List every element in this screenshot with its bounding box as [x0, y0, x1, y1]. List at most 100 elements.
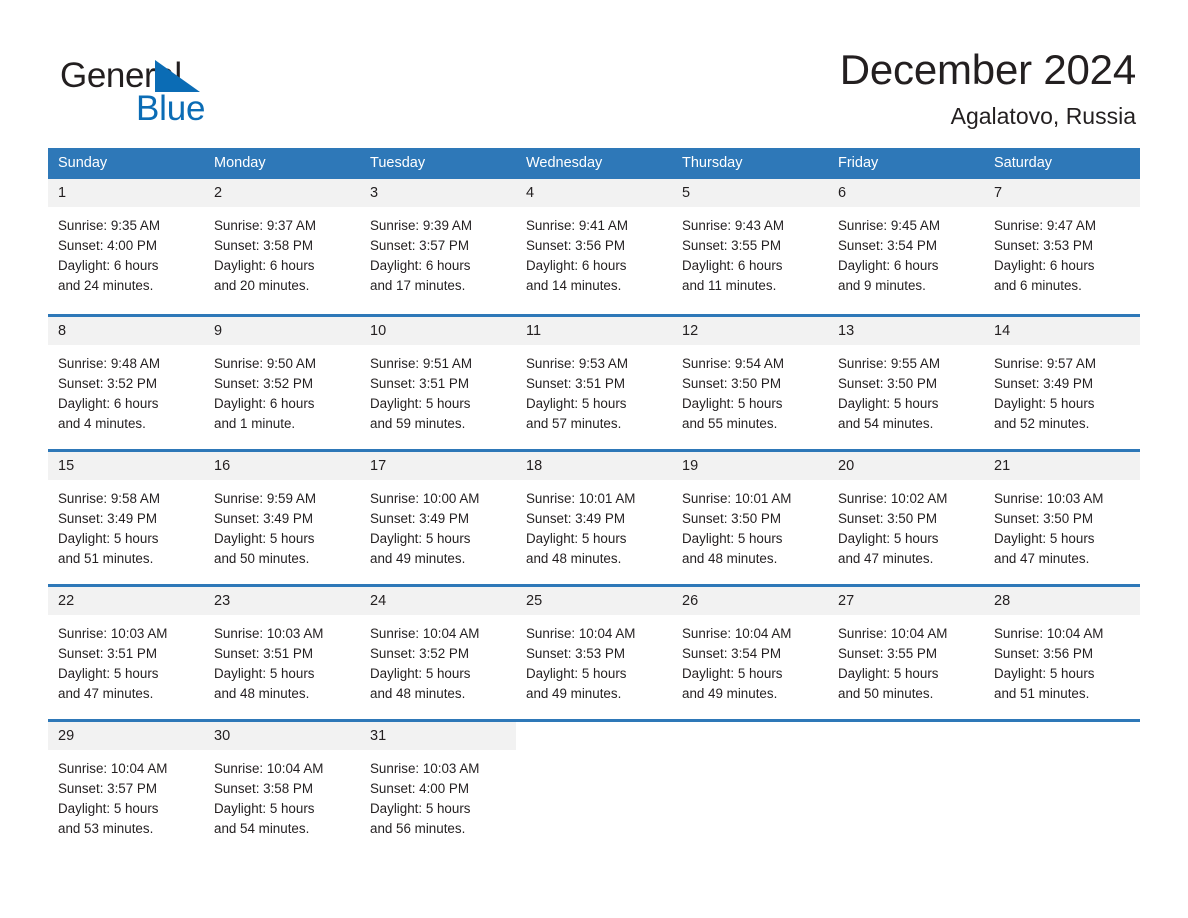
- sunrise-text: Sunrise: 10:00 AM: [370, 491, 480, 506]
- weekday-header-row: Sunday Monday Tuesday Wednesday Thursday…: [48, 148, 1140, 179]
- sunrise-text: Sunrise: 9:51 AM: [370, 356, 472, 371]
- calendar-day-cell[interactable]: 11 Sunrise: 9:53 AM Sunset: 3:51 PM Dayligh…: [516, 317, 672, 449]
- daylight-text-line2: and 24 minutes.: [58, 278, 154, 293]
- daylight-text-line1: Daylight: 5 hours: [370, 801, 471, 816]
- daylight-text-line1: Daylight: 5 hours: [682, 666, 783, 681]
- day-number: 14: [994, 323, 1011, 339]
- calendar-day-cell[interactable]: 25 Sunrise: 10:04 AM Sunset: 3:53 PM Daylig…: [516, 587, 672, 719]
- sunrise-text: Sunrise: 9:35 AM: [58, 218, 160, 233]
- calendar-day-cell[interactable]: 16 Sunrise: 9:59 AM Sunset: 3:49 PM Dayligh…: [204, 452, 360, 584]
- calendar-day-cell[interactable]: 29 Sunrise: 10:04 AM Sunset: 3:57 PM Daylig…: [48, 722, 204, 854]
- day-number-band: 7: [984, 179, 1140, 207]
- sunrise-text: Sunrise: 10:02 AM: [838, 491, 948, 506]
- day-sun-info: Sunrise: 10:03 AM Sunset: 3:51 PM Daylight…: [48, 615, 204, 704]
- daylight-text-line2: and 48 minutes.: [682, 551, 778, 566]
- calendar-day-cell[interactable]: 27 Sunrise: 10:04 AM Sunset: 3:55 PM Daylig…: [828, 587, 984, 719]
- day-number: 12: [682, 323, 699, 339]
- daylight-text-line1: Daylight: 6 hours: [214, 258, 315, 273]
- day-number: 30: [214, 728, 231, 744]
- general-blue-logo[interactable]: General Blue: [56, 44, 326, 126]
- calendar-day-cell[interactable]: 5 Sunrise: 9:43 AM Sunset: 3:55 PM Daylight…: [672, 179, 828, 314]
- day-sun-info: Sunrise: 10:04 AM Sunset: 3:56 PM Daylight…: [984, 615, 1140, 704]
- sunrise-text: Sunrise: 10:03 AM: [370, 761, 480, 776]
- day-number: 11: [526, 323, 542, 339]
- day-sun-info: Sunrise: 9:59 AM Sunset: 3:49 PM Daylight:…: [204, 480, 360, 569]
- daylight-text-line2: and 48 minutes.: [526, 551, 622, 566]
- calendar-empty-cell: [984, 722, 1140, 854]
- day-number: 24: [370, 593, 387, 609]
- day-sun-info: Sunrise: 10:03 AM Sunset: 4:00 PM Daylight…: [360, 750, 516, 839]
- daylight-text-line2: and 48 minutes.: [214, 686, 310, 701]
- calendar-day-cell[interactable]: 2 Sunrise: 9:37 AM Sunset: 3:58 PM Daylight…: [204, 179, 360, 314]
- day-sun-info: Sunrise: 9:39 AM Sunset: 3:57 PM Daylight:…: [360, 207, 516, 296]
- calendar-day-cell[interactable]: 21 Sunrise: 10:03 AM Sunset: 3:50 PM Daylig…: [984, 452, 1140, 584]
- calendar-day-cell[interactable]: 30 Sunrise: 10:04 AM Sunset: 3:58 PM Daylig…: [204, 722, 360, 854]
- day-number: 13: [838, 323, 855, 339]
- day-number-band: [984, 722, 1140, 750]
- calendar-day-cell[interactable]: 23 Sunrise: 10:03 AM Sunset: 3:51 PM Daylig…: [204, 587, 360, 719]
- daylight-text-line2: and 20 minutes.: [214, 278, 310, 293]
- calendar-day-cell[interactable]: 6 Sunrise: 9:45 AM Sunset: 3:54 PM Daylight…: [828, 179, 984, 314]
- day-sun-info: Sunrise: 9:47 AM Sunset: 3:53 PM Daylight:…: [984, 207, 1140, 296]
- calendar-day-cell[interactable]: 17 Sunrise: 10:00 AM Sunset: 3:49 PM Daylig…: [360, 452, 516, 584]
- day-sun-info: Sunrise: 10:02 AM Sunset: 3:50 PM Daylight…: [828, 480, 984, 569]
- calendar-day-cell[interactable]: 14 Sunrise: 9:57 AM Sunset: 3:49 PM Dayligh…: [984, 317, 1140, 449]
- day-sun-info: Sunrise: 9:51 AM Sunset: 3:51 PM Daylight:…: [360, 345, 516, 434]
- weekday-header-tuesday: Tuesday: [370, 155, 426, 171]
- day-number: 19: [682, 458, 699, 474]
- calendar-day-cell[interactable]: 4 Sunrise: 9:41 AM Sunset: 3:56 PM Daylight…: [516, 179, 672, 314]
- calendar-day-cell[interactable]: 20 Sunrise: 10:02 AM Sunset: 3:50 PM Daylig…: [828, 452, 984, 584]
- calendar-day-cell[interactable]: 1 Sunrise: 9:35 AM Sunset: 4:00 PM Daylight…: [48, 179, 204, 314]
- calendar-day-cell[interactable]: 26 Sunrise: 10:04 AM Sunset: 3:54 PM Daylig…: [672, 587, 828, 719]
- day-number: 1: [58, 185, 67, 201]
- sunset-text: Sunset: 3:51 PM: [370, 376, 469, 391]
- calendar-empty-cell: [828, 722, 984, 854]
- daylight-text-line2: and 6 minutes.: [994, 278, 1082, 293]
- calendar-day-cell[interactable]: 22 Sunrise: 10:03 AM Sunset: 3:51 PM Daylig…: [48, 587, 204, 719]
- calendar-day-cell[interactable]: 9 Sunrise: 9:50 AM Sunset: 3:52 PM Daylight…: [204, 317, 360, 449]
- day-number-band: 8: [48, 317, 204, 345]
- calendar-day-cell[interactable]: 18 Sunrise: 10:01 AM Sunset: 3:49 PM Daylig…: [516, 452, 672, 584]
- calendar-day-cell[interactable]: 31 Sunrise: 10:03 AM Sunset: 4:00 PM Daylig…: [360, 722, 516, 854]
- day-number-band: 25: [516, 587, 672, 615]
- sunset-text: Sunset: 3:49 PM: [526, 511, 625, 526]
- daylight-text-line1: Daylight: 5 hours: [214, 666, 315, 681]
- sunset-text: Sunset: 3:50 PM: [838, 376, 937, 391]
- sunset-text: Sunset: 3:52 PM: [214, 376, 313, 391]
- daylight-text-line2: and 57 minutes.: [526, 416, 622, 431]
- sunrise-text: Sunrise: 9:37 AM: [214, 218, 316, 233]
- daylight-text-line1: Daylight: 5 hours: [994, 396, 1095, 411]
- sunrise-text: Sunrise: 9:58 AM: [58, 491, 160, 506]
- calendar-day-cell[interactable]: 13 Sunrise: 9:55 AM Sunset: 3:50 PM Dayligh…: [828, 317, 984, 449]
- day-number: 20: [838, 458, 855, 474]
- calendar-grid: Sunday Monday Tuesday Wednesday Thursday…: [48, 148, 1140, 854]
- daylight-text-line1: Daylight: 5 hours: [526, 396, 627, 411]
- day-number-band: [828, 722, 984, 750]
- day-number-band: 2: [204, 179, 360, 207]
- calendar-day-cell[interactable]: 19 Sunrise: 10:01 AM Sunset: 3:50 PM Daylig…: [672, 452, 828, 584]
- calendar-day-cell[interactable]: 12 Sunrise: 9:54 AM Sunset: 3:50 PM Dayligh…: [672, 317, 828, 449]
- day-number: 29: [58, 728, 75, 744]
- calendar-day-cell[interactable]: 24 Sunrise: 10:04 AM Sunset: 3:52 PM Daylig…: [360, 587, 516, 719]
- daylight-text-line1: Daylight: 6 hours: [838, 258, 939, 273]
- day-number-band: 9: [204, 317, 360, 345]
- daylight-text-line2: and 51 minutes.: [58, 551, 154, 566]
- calendar-day-cell[interactable]: 15 Sunrise: 9:58 AM Sunset: 3:49 PM Dayligh…: [48, 452, 204, 584]
- day-number-band: 15: [48, 452, 204, 480]
- day-number-band: 18: [516, 452, 672, 480]
- daylight-text-line1: Daylight: 5 hours: [370, 396, 471, 411]
- daylight-text-line1: Daylight: 5 hours: [214, 801, 315, 816]
- calendar-day-cell[interactable]: 8 Sunrise: 9:48 AM Sunset: 3:52 PM Daylight…: [48, 317, 204, 449]
- daylight-text-line1: Daylight: 5 hours: [838, 666, 939, 681]
- day-number-band: 23: [204, 587, 360, 615]
- sunrise-text: Sunrise: 10:03 AM: [994, 491, 1104, 506]
- calendar-day-cell[interactable]: 7 Sunrise: 9:47 AM Sunset: 3:53 PM Daylight…: [984, 179, 1140, 314]
- sunset-text: Sunset: 3:49 PM: [370, 511, 469, 526]
- daylight-text-line1: Daylight: 5 hours: [58, 531, 159, 546]
- weekday-header-friday: Friday: [838, 155, 879, 171]
- sunrise-text: Sunrise: 9:53 AM: [526, 356, 628, 371]
- calendar-day-cell[interactable]: 28 Sunrise: 10:04 AM Sunset: 3:56 PM Daylig…: [984, 587, 1140, 719]
- calendar-day-cell[interactable]: 10 Sunrise: 9:51 AM Sunset: 3:51 PM Dayligh…: [360, 317, 516, 449]
- sunrise-text: Sunrise: 10:04 AM: [526, 626, 636, 641]
- calendar-day-cell[interactable]: 3 Sunrise: 9:39 AM Sunset: 3:57 PM Daylight…: [360, 179, 516, 314]
